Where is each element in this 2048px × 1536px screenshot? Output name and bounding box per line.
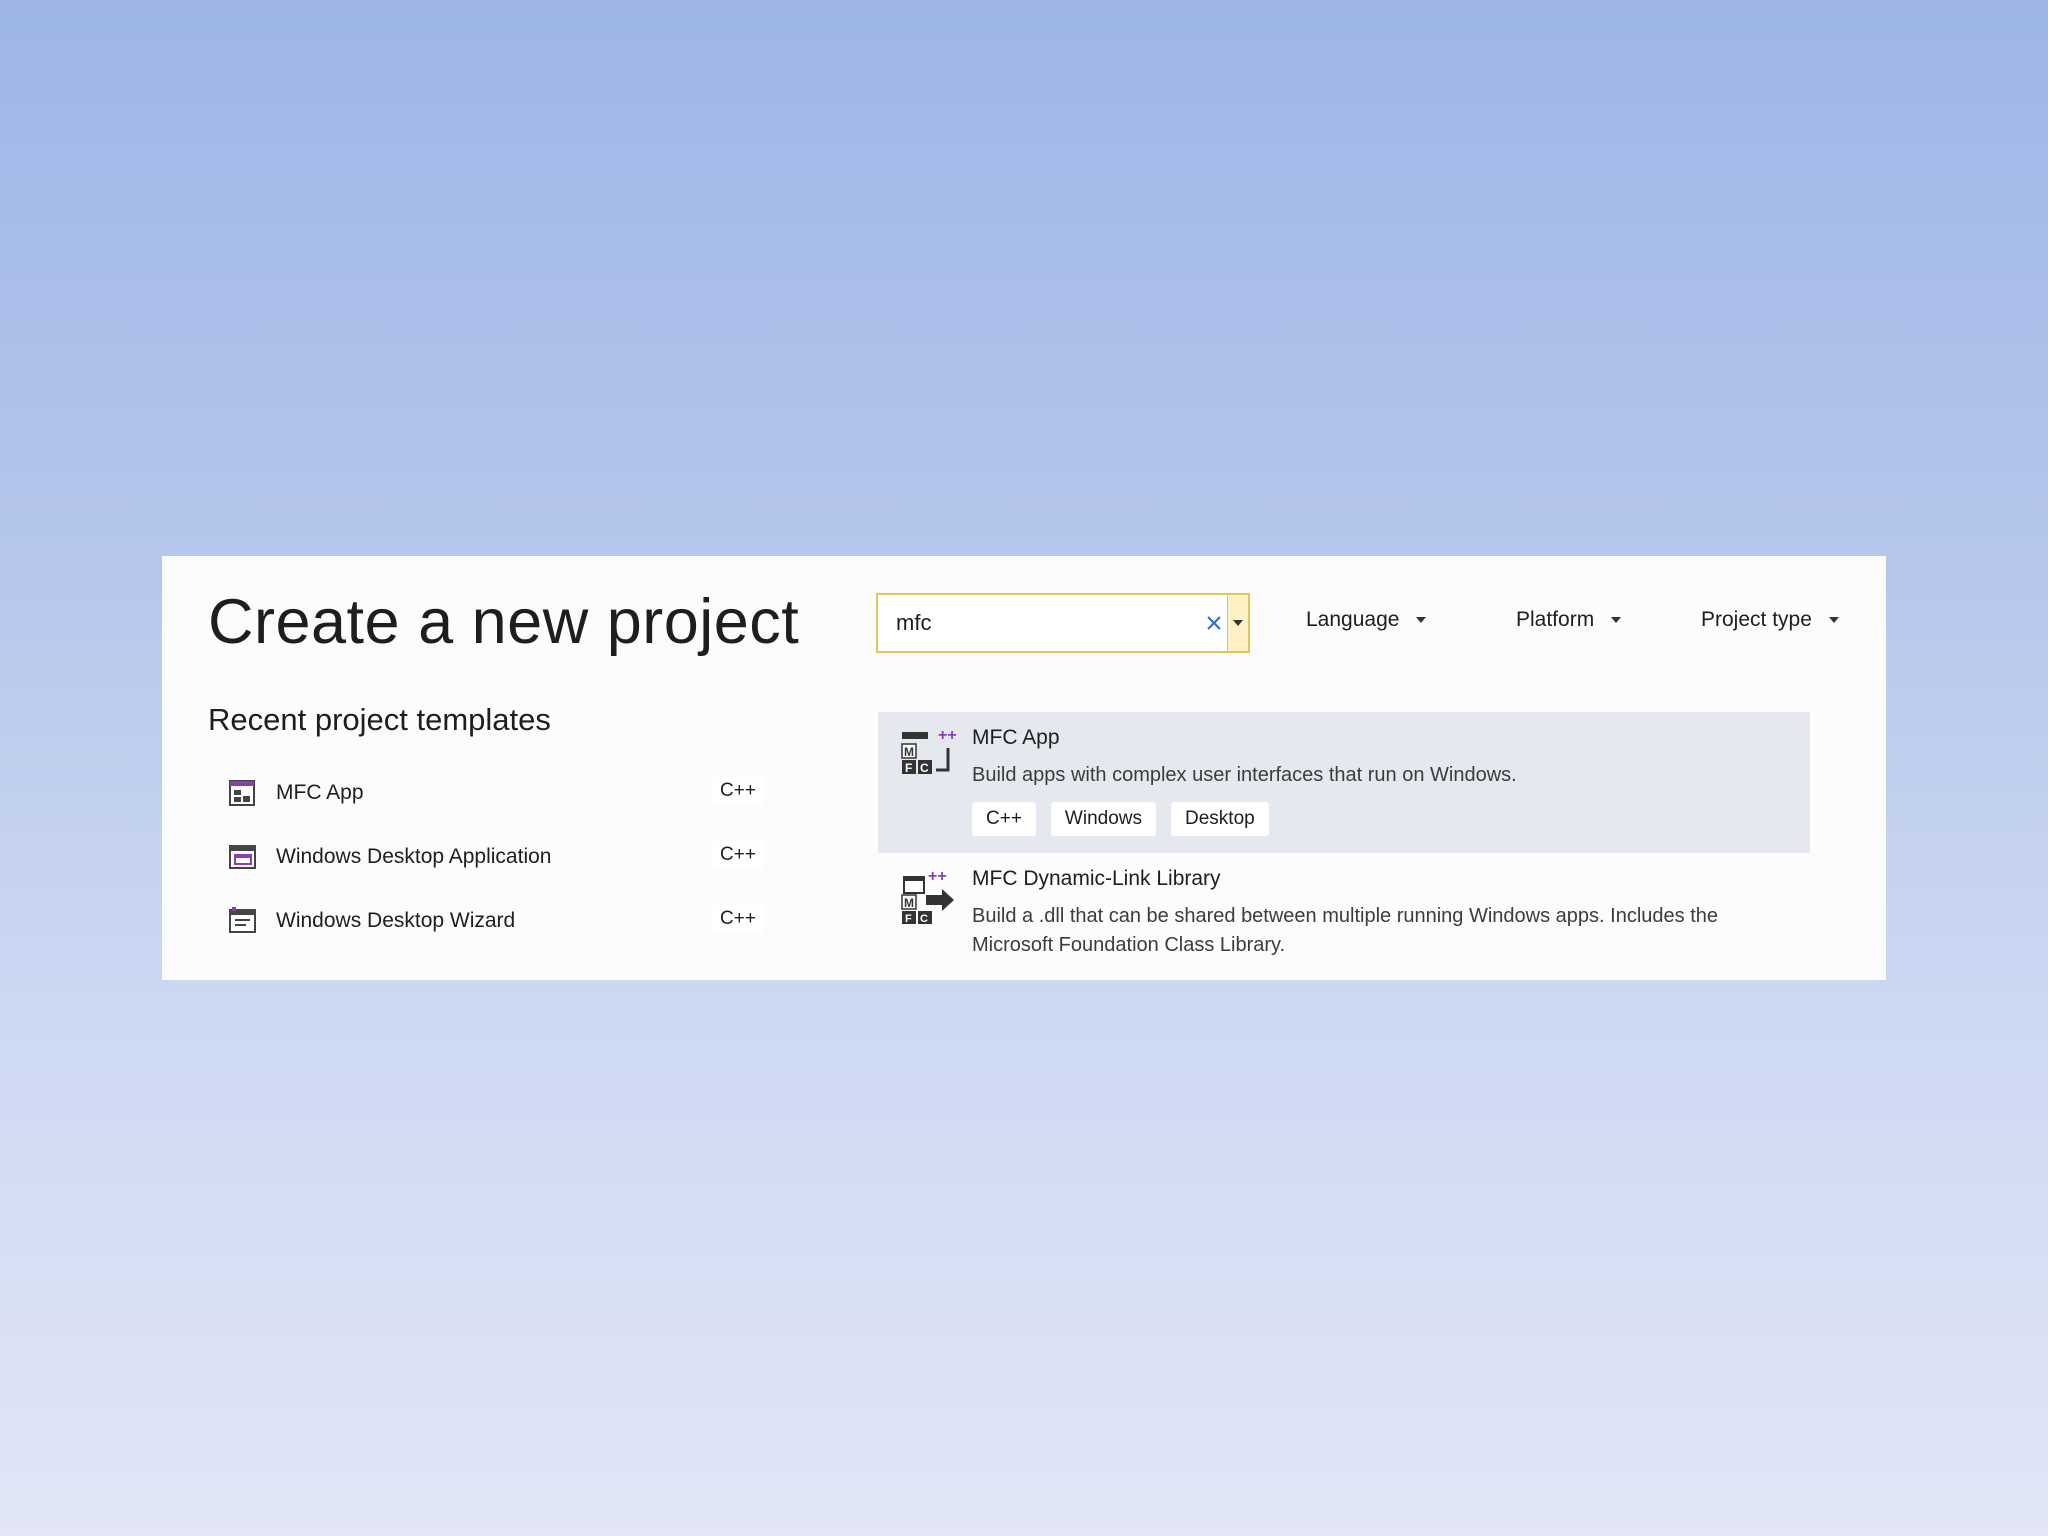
- project-type-filter-dropdown[interactable]: Project type: [1701, 608, 1840, 632]
- caret-down-icon: [1828, 617, 1839, 623]
- template-results-list: ++ M F C MFC App Build apps with complex…: [878, 712, 1810, 980]
- svg-text:M: M: [904, 896, 914, 910]
- search-history-dropdown-button[interactable]: [1227, 595, 1248, 651]
- language-filter-label: Language: [1306, 608, 1400, 631]
- platform-filter-dropdown[interactable]: Platform: [1516, 608, 1622, 632]
- search-input[interactable]: [896, 606, 1196, 640]
- recent-item-mfc-app[interactable]: MFC App C++: [208, 761, 938, 825]
- recent-item-language-badge: C++: [712, 777, 764, 805]
- mfc-app-icon: ++ M F C: [901, 727, 957, 775]
- recent-item-windows-desktop-application[interactable]: Windows Desktop Application C++: [208, 825, 938, 889]
- tag-badge: Desktop: [1171, 802, 1269, 836]
- language-filter-dropdown[interactable]: Language: [1306, 608, 1427, 632]
- mfc-app-small-icon: [229, 780, 255, 806]
- mfc-dll-icon: ++ M F C: [901, 868, 954, 925]
- recent-item-language-badge: C++: [712, 841, 764, 869]
- result-tags: C++ Windows Desktop: [972, 802, 1269, 836]
- result-item-mfc-dll[interactable]: ++ M F C MFC Dynamic-Link Library Build …: [878, 853, 1810, 980]
- svg-text:F: F: [905, 913, 912, 925]
- result-description: Build a .dll that can be shared between …: [972, 905, 1719, 956]
- platform-filter-label: Platform: [1516, 608, 1595, 631]
- recent-item-windows-desktop-wizard[interactable]: Windows Desktop Wizard C++: [208, 889, 938, 953]
- window-icon: [229, 845, 256, 869]
- result-item-mfc-app[interactable]: ++ M F C MFC App Build apps with complex…: [878, 712, 1810, 853]
- template-search-box[interactable]: [876, 593, 1250, 653]
- svg-text:C: C: [920, 913, 928, 925]
- recent-item-language-badge: C++: [712, 905, 764, 933]
- svg-text:++: ++: [928, 868, 947, 885]
- svg-text:C: C: [920, 761, 929, 775]
- caret-down-icon: [1416, 617, 1427, 623]
- caret-down-icon: [1233, 620, 1243, 626]
- recent-templates-heading: Recent project templates: [208, 702, 551, 737]
- svg-text:++: ++: [938, 727, 957, 744]
- project-type-filter-label: Project type: [1701, 608, 1812, 631]
- result-description: Build apps with complex user interfaces …: [972, 764, 1517, 786]
- recent-templates-list: MFC App C++ Windows Desktop Application …: [208, 761, 938, 953]
- svg-text:M: M: [904, 745, 914, 759]
- svg-text:F: F: [905, 761, 912, 775]
- page-title: Create a new project: [208, 587, 800, 657]
- recent-item-label: Windows Desktop Application: [276, 845, 552, 868]
- caret-down-icon: [1611, 617, 1622, 623]
- tag-badge: Windows: [1050, 802, 1156, 836]
- create-project-dialog: Create a new project Recent project temp…: [162, 556, 1886, 980]
- result-title: MFC App: [972, 726, 1060, 749]
- recent-item-label: MFC App: [276, 781, 364, 804]
- close-icon[interactable]: [1202, 611, 1226, 635]
- result-title: MFC Dynamic-Link Library: [972, 867, 1221, 890]
- wizard-icon: [229, 907, 256, 933]
- recent-item-label: Windows Desktop Wizard: [276, 909, 516, 932]
- tag-badge: C++: [972, 802, 1036, 836]
